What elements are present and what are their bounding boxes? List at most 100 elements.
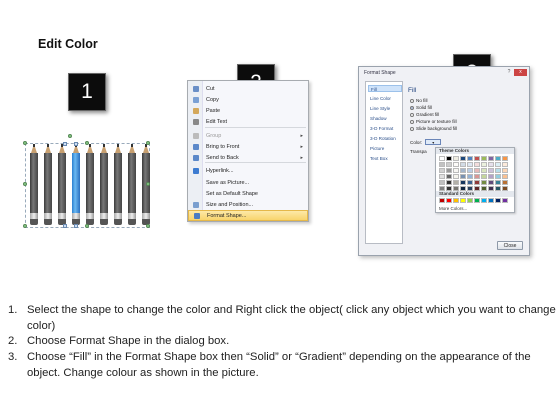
fill-option-radio[interactable]: Slide background fill [410,126,457,131]
color-swatch[interactable] [453,174,459,179]
color-swatch[interactable] [474,180,480,185]
color-swatch[interactable] [467,174,473,179]
color-swatch[interactable] [502,162,508,167]
color-swatch[interactable] [446,168,452,173]
group-resize-handle[interactable] [85,224,89,228]
color-swatch[interactable] [481,156,487,161]
fill-option-radio[interactable]: Gradient fill [410,112,439,117]
resize-handle[interactable] [63,142,67,146]
rotate-handle[interactable] [68,134,72,138]
fill-option-radio[interactable]: Picture or texture fill [410,119,457,124]
color-swatch[interactable] [439,156,445,161]
color-swatch[interactable] [467,180,473,185]
pencil-shape[interactable] [128,144,136,226]
pencil-shape[interactable] [58,144,66,226]
color-swatch[interactable] [474,198,480,203]
resize-handle[interactable] [74,224,78,228]
close-button[interactable]: Close [497,241,523,250]
color-swatch[interactable] [439,180,445,185]
group-resize-handle[interactable] [146,141,150,145]
color-swatch[interactable] [460,174,466,179]
color-swatch[interactable] [439,174,445,179]
color-swatch[interactable] [481,168,487,173]
color-swatch[interactable] [502,156,508,161]
color-swatch[interactable] [488,174,494,179]
close-x-button[interactable]: x [514,69,527,76]
color-swatch[interactable] [467,168,473,173]
color-swatch[interactable] [446,156,452,161]
color-swatch[interactable] [495,162,501,167]
color-swatch[interactable] [453,198,459,203]
menu-item[interactable]: Hyperlink... [188,165,308,176]
color-swatch[interactable] [453,168,459,173]
color-swatch[interactable] [488,162,494,167]
color-swatch[interactable] [502,180,508,185]
color-swatch[interactable] [502,174,508,179]
color-swatch[interactable] [460,180,466,185]
group-resize-handle[interactable] [23,141,27,145]
menu-item[interactable]: Cut [188,83,308,94]
menu-item[interactable]: Bring to Front ▸ [188,141,308,152]
more-colors-link[interactable]: More Colors... [439,206,467,211]
color-swatch[interactable] [495,174,501,179]
menu-item[interactable]: Set as Default Shape [188,188,308,199]
color-swatch[interactable] [439,198,445,203]
color-swatch[interactable] [488,180,494,185]
nav-item[interactable]: Line Color [368,95,402,102]
color-swatch[interactable] [467,162,473,167]
group-resize-handle[interactable] [146,224,150,228]
color-swatch[interactable] [453,162,459,167]
nav-item[interactable]: Text Box [368,155,402,162]
color-swatch[interactable] [495,180,501,185]
color-swatch[interactable] [453,180,459,185]
menu-item[interactable]: Edit Text [188,116,308,127]
pencil-shape[interactable] [86,144,94,226]
color-swatch[interactable] [502,168,508,173]
color-swatch[interactable] [474,156,480,161]
color-swatch[interactable] [481,180,487,185]
pencil-shape[interactable] [30,144,38,226]
group-resize-handle[interactable] [85,141,89,145]
nav-item[interactable]: Picture [368,145,402,152]
color-swatch[interactable] [495,198,501,203]
color-swatch[interactable] [453,156,459,161]
color-swatch[interactable] [467,198,473,203]
menu-item[interactable]: Format Shape... [188,210,308,221]
color-swatch[interactable] [460,168,466,173]
color-swatch[interactable] [502,198,508,203]
color-swatch[interactable] [481,198,487,203]
group-resize-handle[interactable] [146,182,150,186]
nav-item[interactable]: 3-D Rotation [368,135,402,142]
resize-handle[interactable] [74,142,78,146]
color-swatch[interactable] [446,180,452,185]
nav-item[interactable]: Fill [368,85,402,92]
color-swatch[interactable] [446,174,452,179]
nav-item[interactable]: Line Style [368,105,402,112]
color-swatch[interactable] [439,168,445,173]
color-dropdown-button[interactable]: ▾ [425,139,442,145]
fill-option-radio[interactable]: Solid fill [410,105,432,110]
color-swatch[interactable] [481,162,487,167]
help-button[interactable]: ? [505,69,513,76]
menu-item[interactable]: Paste [188,105,308,116]
color-swatch[interactable] [488,198,494,203]
resize-handle[interactable] [63,224,67,228]
group-resize-handle[interactable] [23,224,27,228]
group-resize-handle[interactable] [23,182,27,186]
color-swatch[interactable] [446,162,452,167]
color-swatch[interactable] [488,168,494,173]
pencil-shape[interactable] [44,144,52,226]
color-swatch[interactable] [495,156,501,161]
color-swatch[interactable] [474,174,480,179]
color-swatch[interactable] [474,162,480,167]
selected-pencil-shape[interactable] [72,144,80,226]
menu-item[interactable]: Save as Picture... [188,177,308,188]
pencil-shape-group[interactable] [23,134,150,228]
color-swatch[interactable] [474,168,480,173]
pencil-shape[interactable] [100,144,108,226]
menu-item[interactable]: Size and Position... [188,199,308,210]
color-swatch[interactable] [446,198,452,203]
nav-item[interactable]: Shadow [368,115,402,122]
menu-item[interactable]: Copy [188,94,308,105]
nav-item[interactable]: 3-D Format [368,125,402,132]
